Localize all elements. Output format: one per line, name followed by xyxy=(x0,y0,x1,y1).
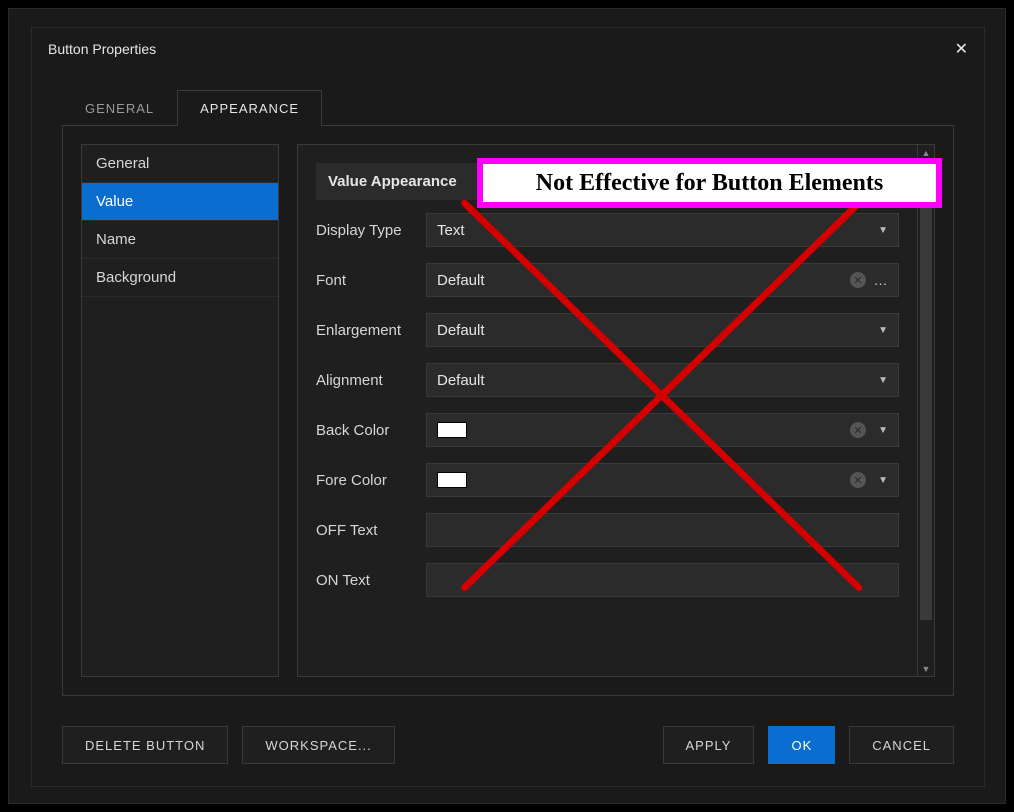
workspace-button[interactable]: WORKSPACE... xyxy=(242,726,394,764)
value-enlargement: Default xyxy=(437,322,485,339)
tab-general[interactable]: GENERAL xyxy=(62,90,177,126)
value-font: Default xyxy=(437,272,485,289)
field-alignment[interactable]: Default ▼ xyxy=(426,363,899,397)
sidebar-item-value[interactable]: Value xyxy=(82,183,278,221)
label-enlargement: Enlargement xyxy=(316,322,426,339)
clear-icon[interactable]: ✕ xyxy=(850,272,866,288)
color-swatch xyxy=(437,472,467,488)
sidebar-item-general[interactable]: General xyxy=(82,145,278,183)
delete-button[interactable]: DELETE BUTTON xyxy=(62,726,228,764)
label-alignment: Alignment xyxy=(316,372,426,389)
field-display-type[interactable]: Text ▼ xyxy=(426,213,899,247)
cancel-button[interactable]: CANCEL xyxy=(849,726,954,764)
value-display-type: Text xyxy=(437,222,465,239)
dialog-titlebar: Button Properties ✕ xyxy=(32,28,984,70)
field-fore-color[interactable]: ✕ ▼ xyxy=(426,463,899,497)
clear-icon[interactable]: ✕ xyxy=(850,472,866,488)
color-swatch xyxy=(437,422,467,438)
ok-button[interactable]: OK xyxy=(768,726,835,764)
value-appearance-panel: Value Appearance Display Type Text ▼ Fon… xyxy=(297,144,918,677)
chevron-down-icon: ▼ xyxy=(878,225,888,236)
field-font[interactable]: Default ✕ … xyxy=(426,263,899,297)
sidebar-item-background[interactable]: Background xyxy=(82,259,278,297)
value-alignment: Default xyxy=(437,372,485,389)
field-enlargement[interactable]: Default ▼ xyxy=(426,313,899,347)
label-on-text: ON Text xyxy=(316,572,426,589)
label-display-type: Display Type xyxy=(316,222,426,239)
dialog-title: Button Properties xyxy=(48,41,156,57)
tab-appearance[interactable]: APPEARANCE xyxy=(177,90,322,126)
label-fore-color: Fore Color xyxy=(316,472,426,489)
sidebar-item-name[interactable]: Name xyxy=(82,221,278,259)
label-back-color: Back Color xyxy=(316,422,426,439)
label-font: Font xyxy=(316,272,426,289)
scrollbar-thumb[interactable] xyxy=(920,160,932,620)
scroll-up-icon[interactable]: ▲ xyxy=(919,145,934,160)
label-off-text: OFF Text xyxy=(316,522,426,539)
chevron-down-icon: ▼ xyxy=(878,475,888,486)
scroll-down-icon[interactable]: ▼ xyxy=(919,661,934,676)
appearance-sidebar: General Value Name Background xyxy=(81,144,279,677)
field-on-text[interactable] xyxy=(426,563,899,597)
close-icon[interactable]: ✕ xyxy=(955,39,968,59)
chevron-down-icon: ▼ xyxy=(878,325,888,336)
ellipsis-icon[interactable]: … xyxy=(872,272,890,288)
field-back-color[interactable]: ✕ ▼ xyxy=(426,413,899,447)
clear-icon[interactable]: ✕ xyxy=(850,422,866,438)
apply-button[interactable]: APPLY xyxy=(663,726,755,764)
scrollbar[interactable]: ▲ ▼ xyxy=(918,144,935,677)
field-off-text[interactable] xyxy=(426,513,899,547)
chevron-down-icon: ▼ xyxy=(878,375,888,386)
panel-title: Value Appearance xyxy=(316,163,899,200)
chevron-down-icon: ▼ xyxy=(878,425,888,436)
